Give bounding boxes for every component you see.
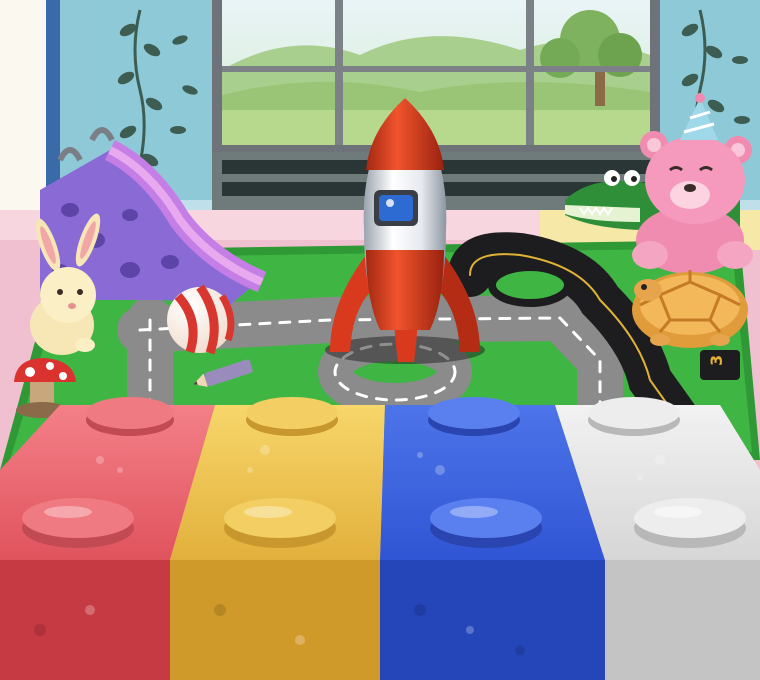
track-number: 3 bbox=[707, 355, 726, 366]
playroom-canvas: 3 bbox=[0, 0, 760, 680]
striped-ball-icon[interactable] bbox=[167, 284, 235, 355]
game-scene: 3 bbox=[0, 0, 760, 680]
